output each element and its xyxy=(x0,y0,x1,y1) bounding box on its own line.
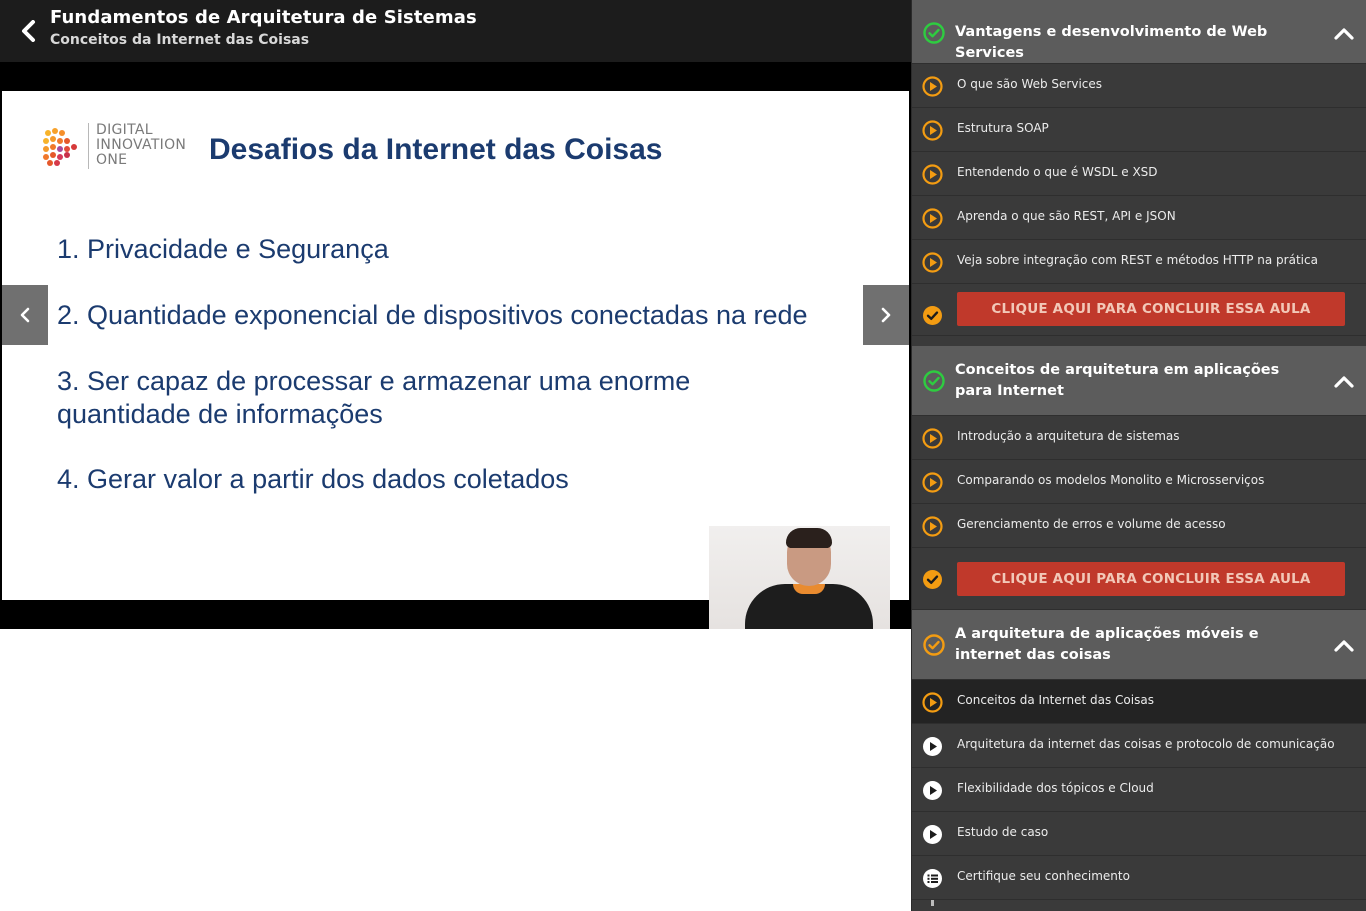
lesson-item-current[interactable]: Conceitos da Internet das Coisas xyxy=(912,680,1366,724)
lesson-label: Aprenda o que são REST, API e JSON xyxy=(957,209,1176,223)
check-badge-icon xyxy=(923,570,942,589)
lesson-item[interactable]: Gerenciamento de erros e volume de acess… xyxy=(912,504,1366,548)
play-icon xyxy=(922,516,943,537)
check-circle-icon xyxy=(923,370,945,392)
lesson-label: Gerenciamento de erros e volume de acess… xyxy=(957,517,1226,531)
play-icon xyxy=(922,120,943,141)
section-header[interactable]: A arquitetura de aplicações móveis e int… xyxy=(912,610,1366,680)
lesson-item[interactable]: Certifique seu conhecimento xyxy=(912,856,1366,900)
course-title: Fundamentos de Arquitetura de Sistemas xyxy=(50,7,477,28)
lesson-item[interactable]: Veja sobre integração com REST e métodos… xyxy=(912,240,1366,284)
lesson-label: Certifique seu conhecimento xyxy=(957,869,1130,883)
lesson-item[interactable]: Estudo de caso xyxy=(912,812,1366,856)
chevron-left-icon xyxy=(22,20,35,42)
lesson-item[interactable]: Introdução a arquitetura de sistemas xyxy=(912,416,1366,460)
lesson-item[interactable]: O que são Web Services xyxy=(912,64,1366,108)
section-title: Conceitos de arquitetura em aplicações p… xyxy=(955,362,1280,399)
slide-item: 1. Privacidade e Segurança xyxy=(57,234,389,264)
chevron-left-icon xyxy=(20,307,30,323)
lesson-label: Veja sobre integração com REST e métodos… xyxy=(957,253,1318,267)
lesson-item[interactable]: Flexibilidade dos tópicos e Cloud xyxy=(912,768,1366,812)
lesson-item[interactable]: Entendendo o que é WSDL e XSD xyxy=(912,152,1366,196)
next-lesson-button[interactable] xyxy=(863,285,909,345)
play-icon xyxy=(923,825,942,844)
play-icon xyxy=(922,252,943,273)
play-icon xyxy=(922,472,943,493)
check-circle-icon xyxy=(923,22,945,44)
lesson-item[interactable]: Arquitetura da internet das coisas e pro… xyxy=(912,724,1366,768)
chevron-up-icon xyxy=(1334,376,1354,388)
course-sidebar: Vantagens e desenvolvimento de Web Servi… xyxy=(911,0,1366,911)
lesson-label: Arquitetura da internet das coisas e pro… xyxy=(957,737,1335,751)
section-header[interactable]: Conceitos de arquitetura em aplicações p… xyxy=(912,346,1366,416)
section-header[interactable]: Vantagens e desenvolvimento de Web Servi… xyxy=(912,0,1366,64)
play-icon xyxy=(922,428,943,449)
cam-hair xyxy=(786,528,832,548)
lesson-label: O que são Web Services xyxy=(957,77,1103,91)
lesson-item[interactable]: Comparando os modelos Monolito e Micross… xyxy=(912,460,1366,504)
slide: DIGITAL INNOVATION ONE Desafios da Inter… xyxy=(2,91,909,600)
slide-item: 3. Ser capaz de processar e armazenar um… xyxy=(57,366,691,396)
chevron-up-icon xyxy=(1334,28,1354,40)
top-bar: Fundamentos de Arquitetura de Sistemas C… xyxy=(0,0,911,62)
logo-line: ONE xyxy=(96,152,128,168)
slide-item: quantidade de informações xyxy=(57,399,383,429)
logo-divider xyxy=(88,123,89,169)
lesson-label: Estrutura SOAP xyxy=(957,121,1049,135)
conclude-row: CLIQUE AQUI PARA CONCLUIR ESSA AULA xyxy=(912,284,1366,336)
slide-item: 2. Quantidade exponencial de dispositivo… xyxy=(57,300,808,330)
lesson-item[interactable]: Estrutura SOAP xyxy=(912,108,1366,152)
check-badge-icon xyxy=(923,306,942,325)
logo-line: DIGITAL xyxy=(96,122,153,138)
conclude-lesson-button[interactable]: CLIQUE AQUI PARA CONCLUIR ESSA AULA xyxy=(957,562,1345,596)
dio-logo: DIGITAL INNOVATION ONE xyxy=(42,123,202,171)
back-button[interactable] xyxy=(12,14,46,48)
lesson-label: Estudo de caso xyxy=(957,825,1049,839)
chevron-up-icon xyxy=(1334,640,1354,652)
conclude-row: CLIQUE AQUI PARA CONCLUIR ESSA AULA xyxy=(912,548,1366,610)
play-icon xyxy=(923,781,942,800)
play-icon xyxy=(922,692,943,713)
chevron-right-icon xyxy=(881,307,891,323)
lesson-label: Entendendo o que é WSDL e XSD xyxy=(957,165,1158,179)
slide-item: 4. Gerar valor a partir dos dados coleta… xyxy=(57,464,569,494)
section-title: A arquitetura de aplicações móveis e int… xyxy=(955,626,1259,663)
section-title: Vantagens e desenvolvimento de Web Servi… xyxy=(955,24,1268,61)
lesson-label: Introdução a arquitetura de sistemas xyxy=(957,429,1180,443)
logo-line: INNOVATION xyxy=(96,137,187,153)
lesson-item[interactable]: Aprenda o que são REST, API e JSON xyxy=(912,196,1366,240)
previous-lesson-button[interactable] xyxy=(2,285,48,345)
instructor-webcam xyxy=(709,526,890,629)
play-icon xyxy=(922,164,943,185)
logo-mark-icon xyxy=(43,128,77,166)
play-icon xyxy=(922,76,943,97)
lesson-label: Flexibilidade dos tópicos e Cloud xyxy=(957,781,1154,795)
lesson-subtitle: Conceitos da Internet das Coisas xyxy=(50,32,310,48)
lesson-label: Comparando os modelos Monolito e Micross… xyxy=(957,473,1265,487)
check-circle-icon xyxy=(923,634,945,656)
lesson-label: Conceitos da Internet das Coisas xyxy=(957,693,1154,707)
video-player[interactable]: DIGITAL INNOVATION ONE Desafios da Inter… xyxy=(0,62,911,629)
list-icon xyxy=(923,869,942,888)
logo-text: DIGITAL INNOVATION ONE xyxy=(96,123,186,168)
slide-title: Desafios da Internet das Coisas xyxy=(209,133,663,166)
play-icon xyxy=(923,737,942,756)
play-icon xyxy=(922,208,943,229)
conclude-lesson-button[interactable]: CLIQUE AQUI PARA CONCLUIR ESSA AULA xyxy=(957,292,1345,326)
